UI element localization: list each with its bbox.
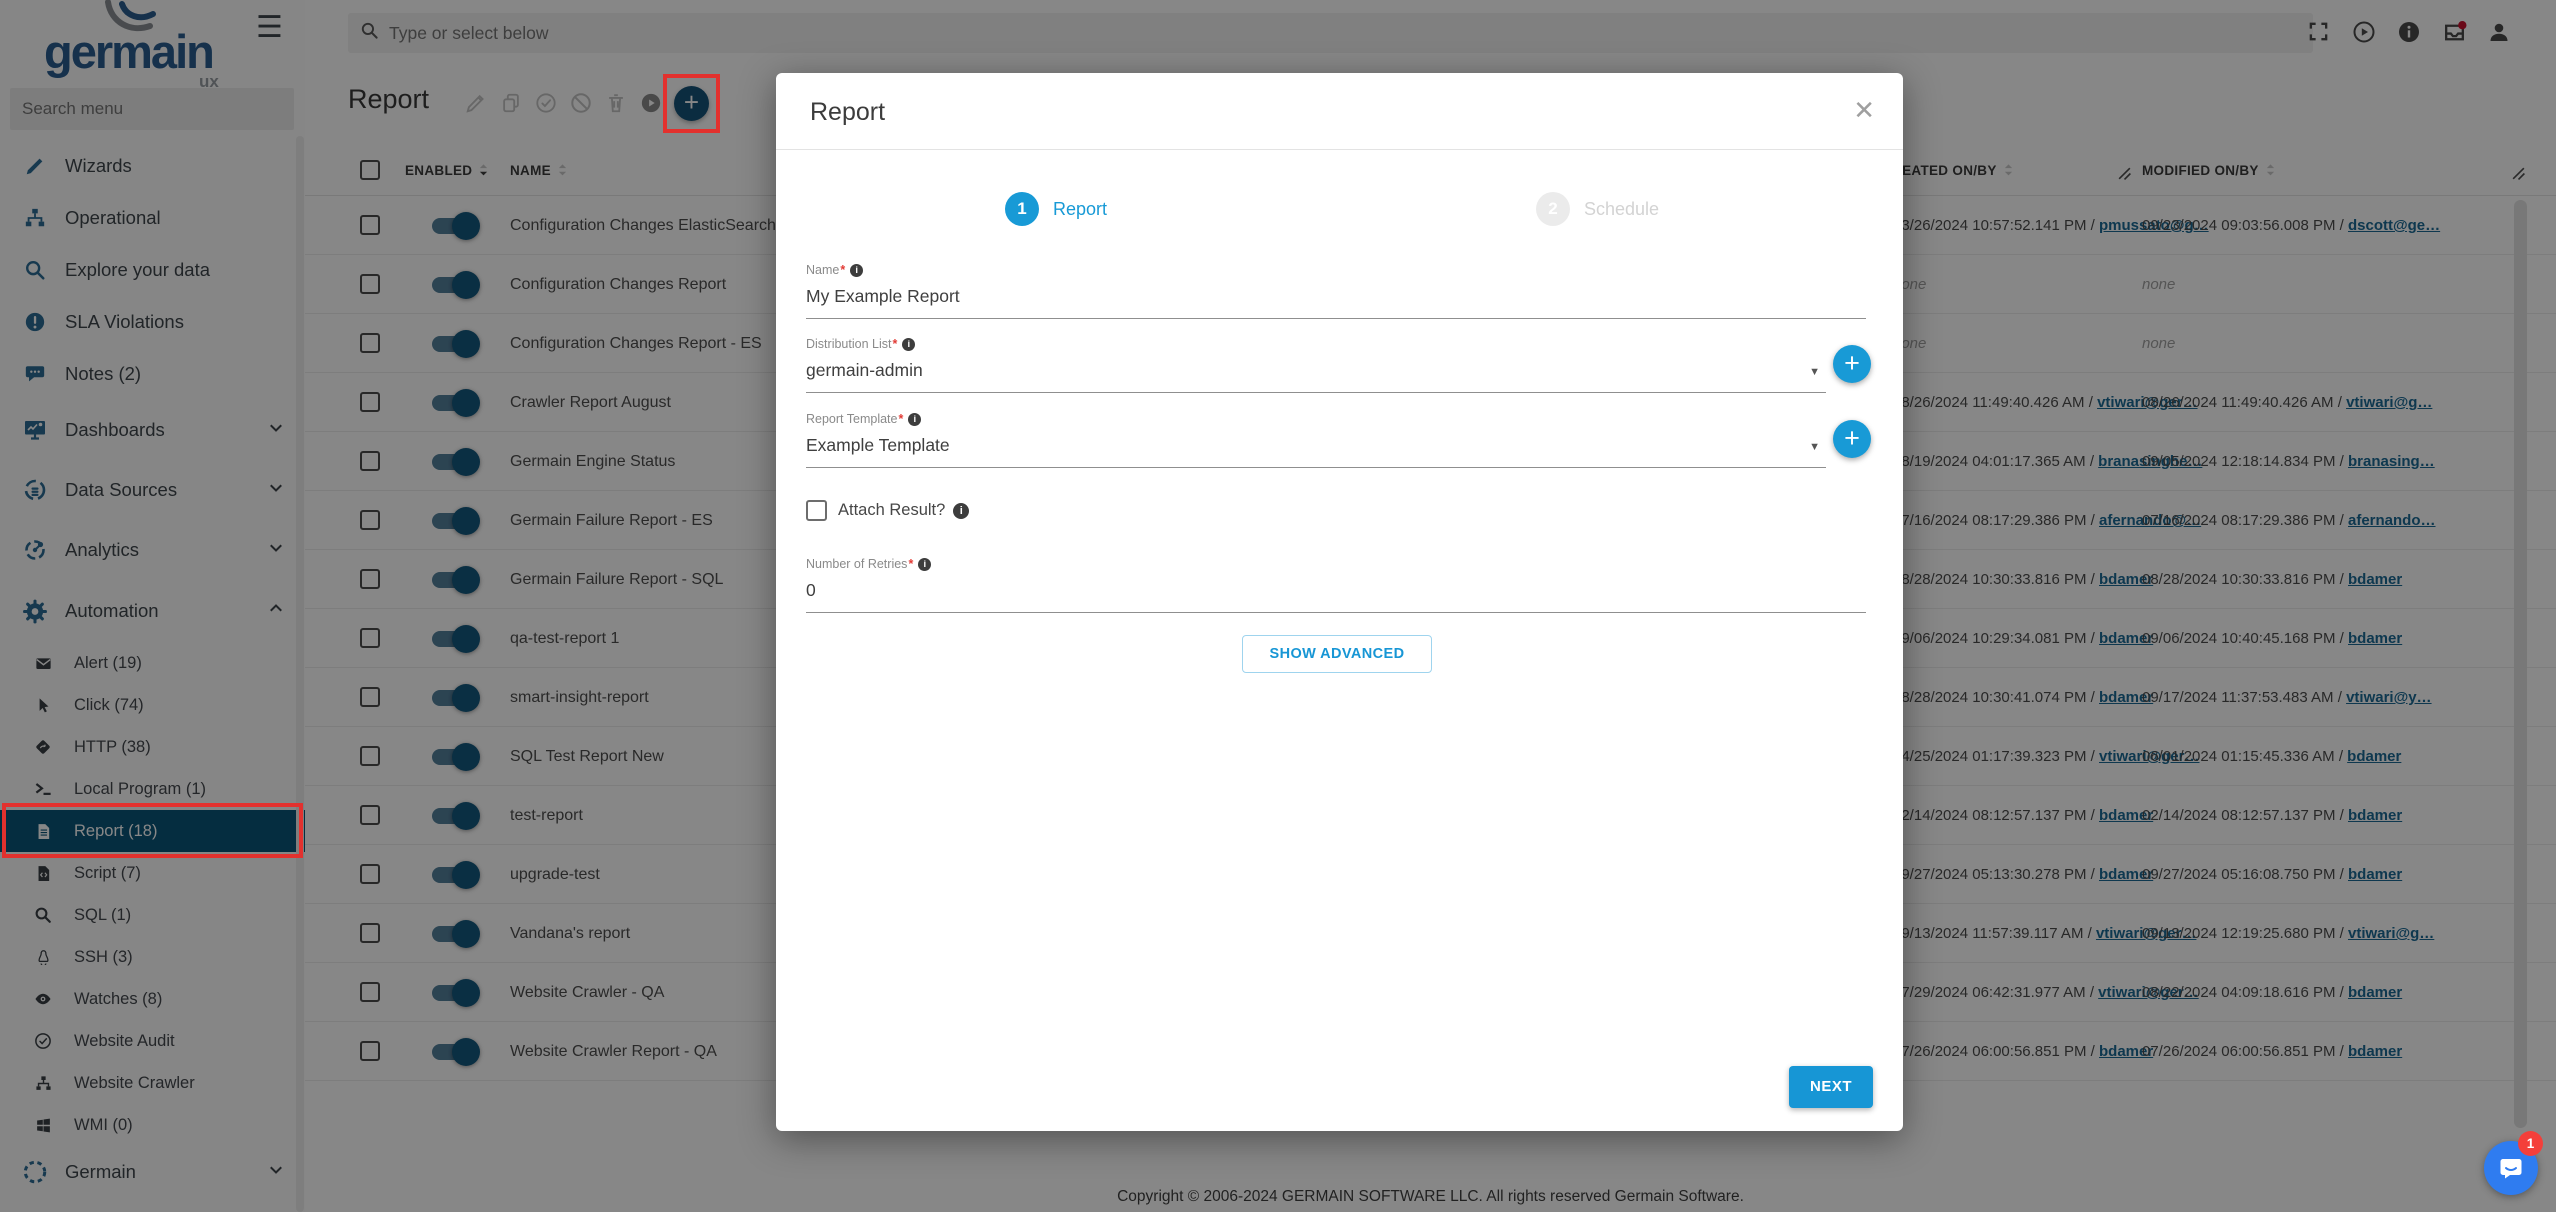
add-distribution-list-button[interactable] [1833,345,1871,383]
info-icon[interactable] [850,264,863,277]
retries-input[interactable] [806,580,1866,601]
report-template-select[interactable]: Example Template [806,435,1826,468]
step-report[interactable]: 1 Report [1005,192,1107,226]
required-asterisk [839,263,845,277]
required-asterisk [898,412,904,426]
step-label: Report [1053,199,1107,220]
required-asterisk [907,557,913,571]
add-report-template-button[interactable] [1833,420,1871,458]
report-dialog: Report 1 Report 2 Schedule Name Distribu… [776,73,1903,1131]
attach-result-field: Attach Result? [806,500,969,521]
dialog-title: Report [810,98,885,127]
step-schedule[interactable]: 2 Schedule [1536,192,1659,226]
required-asterisk [891,337,897,351]
attach-result-checkbox[interactable] [806,500,827,521]
info-icon[interactable] [953,503,969,519]
number-of-retries-field: Number of Retries [806,557,1866,613]
next-button[interactable]: NEXT [1789,1066,1873,1108]
show-advanced-button[interactable]: SHOW ADVANCED [1242,635,1432,673]
step-label: Schedule [1584,199,1659,220]
highlight-box-add-button [663,74,720,133]
name-input[interactable] [806,286,1866,307]
distribution-list-field: Distribution List germain-admin [806,337,1826,393]
name-field: Name [806,263,1866,319]
info-icon[interactable] [918,558,931,571]
highlight-box-report-menu [2,803,303,858]
info-icon[interactable] [908,413,921,426]
dropdown-caret-icon [1809,366,1820,378]
distribution-list-select[interactable]: germain-admin [806,360,1826,393]
chat-smile-icon [2497,1154,2525,1182]
close-icon[interactable] [1853,95,1875,126]
dropdown-caret-icon [1809,441,1820,453]
chat-notification-badge: 1 [2518,1131,2543,1156]
step-number: 2 [1536,192,1570,226]
report-template-field: Report Template Example Template [806,412,1826,468]
step-number: 1 [1005,192,1039,226]
dialog-header: Report [776,73,1903,150]
info-icon[interactable] [902,338,915,351]
